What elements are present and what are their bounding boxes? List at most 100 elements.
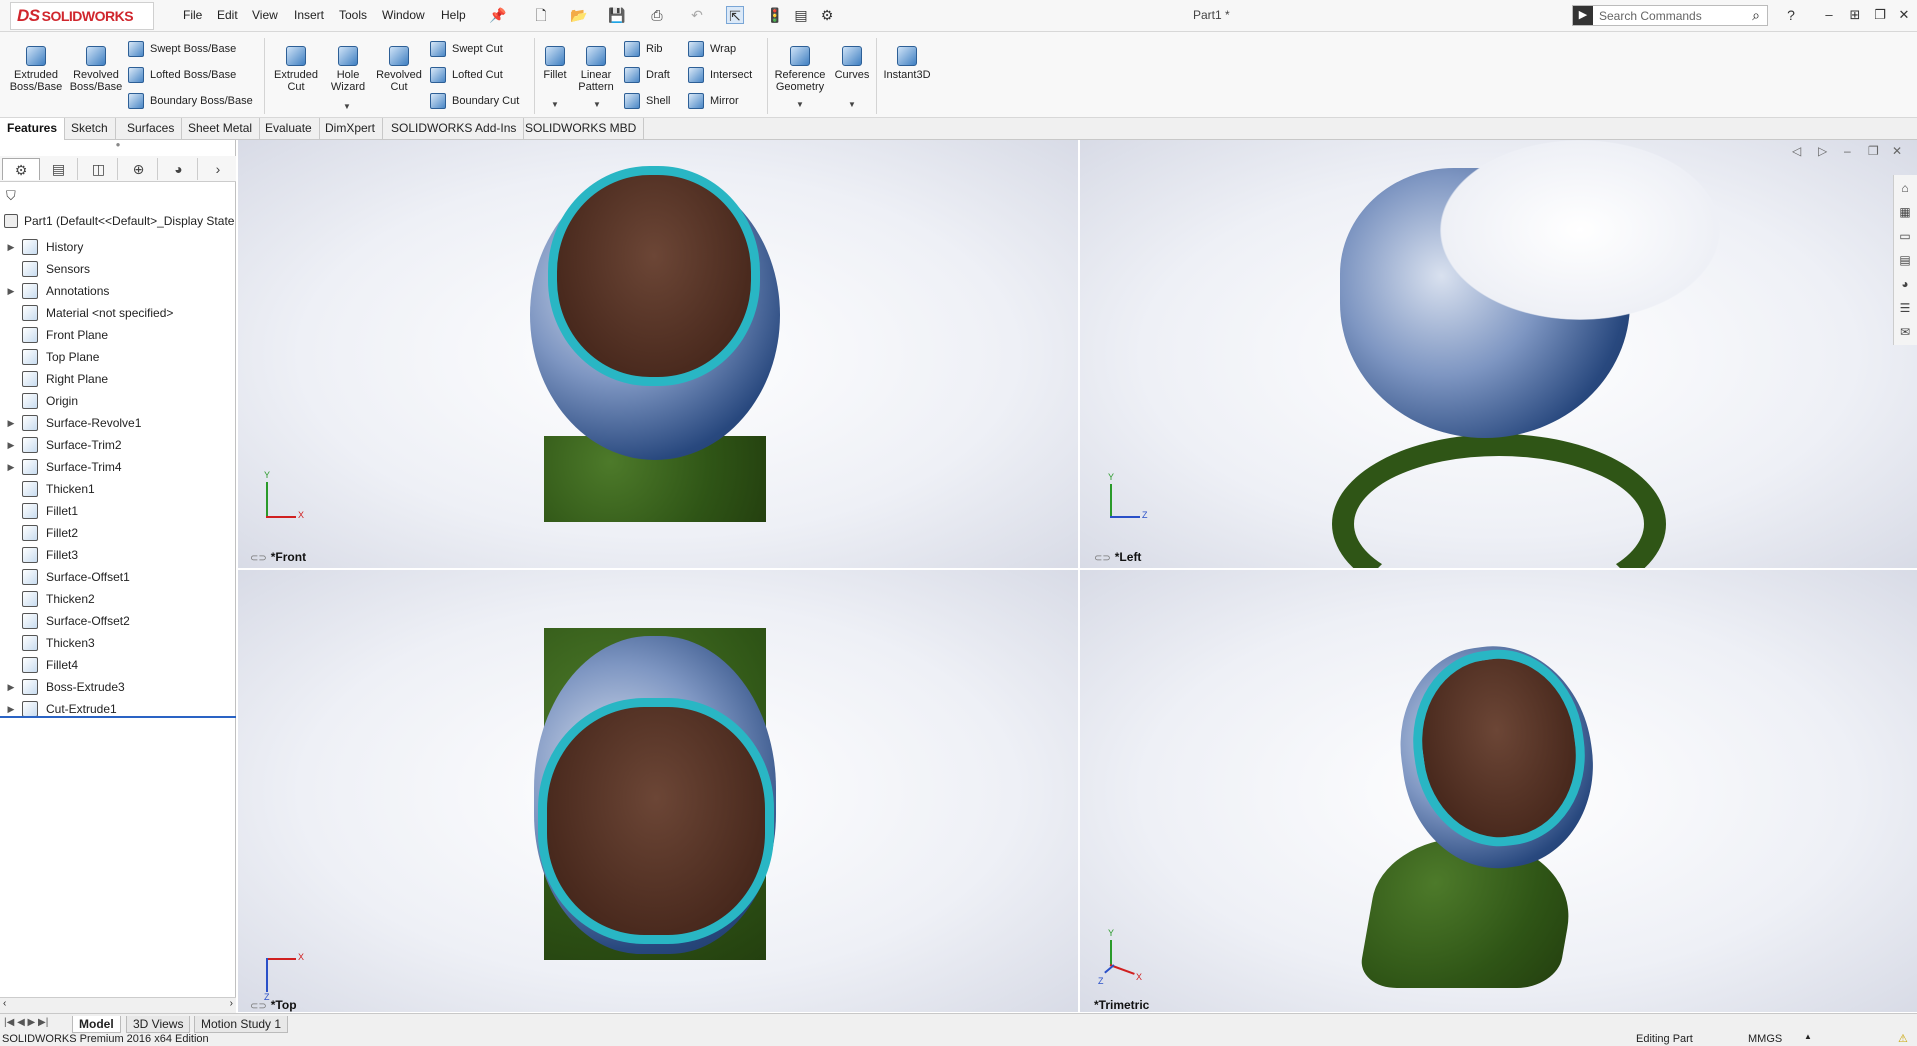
help-icon[interactable]: ? <box>1782 6 1800 24</box>
hole-wizard-dropdown-icon[interactable]: ▼ <box>343 102 351 111</box>
home-icon[interactable]: ⌂ <box>1894 177 1916 199</box>
propertymanager-tab-icon[interactable]: ▤ <box>40 158 78 180</box>
rib-button[interactable]: Rib <box>624 40 663 58</box>
extruded-boss-button[interactable]: Extruded Boss/Base <box>8 46 64 93</box>
open-folder-icon[interactable]: 📂 <box>570 6 588 24</box>
viewport-maximize-icon[interactable]: ❐ <box>1868 144 1879 158</box>
tab-model[interactable]: Model <box>72 1016 121 1033</box>
restore-icon[interactable]: ❐ <box>1870 6 1890 24</box>
viewport-next-icon[interactable]: ▷ <box>1818 144 1827 158</box>
tree-item[interactable]: Fillet4 <box>0 654 234 676</box>
tree-item[interactable]: ▶ Boss-Extrude3 <box>0 676 234 698</box>
menu-insert[interactable]: Insert <box>294 8 324 22</box>
tab-mbd[interactable]: SOLIDWORKS MBD <box>518 118 645 140</box>
tab-surfaces[interactable]: Surfaces <box>120 118 183 140</box>
tab-features[interactable]: Features <box>0 118 66 140</box>
custom-properties-icon[interactable]: ☰ <box>1894 297 1916 319</box>
minimize-icon[interactable]: – <box>1819 6 1839 24</box>
tab-evaluate[interactable]: Evaluate <box>258 118 320 140</box>
close-icon[interactable]: ✕ <box>1894 6 1914 24</box>
expand-arrow-icon[interactable]: ▶ <box>0 418 22 429</box>
solidworks-logo[interactable]: DS SOLIDWORKS <box>10 2 154 30</box>
menu-file[interactable]: File <box>183 8 202 22</box>
tree-item[interactable]: Surface-Offset1 <box>0 566 234 588</box>
tree-item[interactable]: Thicken1 <box>0 478 234 500</box>
expand-arrow-icon[interactable]: ▶ <box>0 440 22 451</box>
tree-item[interactable]: ▶ Annotations <box>0 280 234 302</box>
new-document-icon[interactable]: 🗋 <box>532 6 550 24</box>
lofted-boss-button[interactable]: Lofted Boss/Base <box>128 66 236 84</box>
link-views-icon[interactable]: ⊂⊃ <box>250 1001 267 1012</box>
tree-item[interactable]: Surface-Offset2 <box>0 610 234 632</box>
menu-edit[interactable]: Edit <box>217 8 238 22</box>
search-commands[interactable]: ▶ Search Commands ⌕ <box>1572 5 1768 26</box>
expand-arrow-icon[interactable]: ▶ <box>0 242 22 253</box>
tree-item[interactable]: Sensors <box>0 258 234 280</box>
tree-item[interactable]: ▶ Surface-Trim4 <box>0 456 234 478</box>
configurationmanager-tab-icon[interactable]: ◫ <box>80 158 118 180</box>
status-units[interactable]: MMGS <box>1748 1033 1782 1045</box>
reference-geometry-dropdown-icon[interactable]: ▼ <box>796 100 804 109</box>
extruded-cut-button[interactable]: Extruded Cut <box>270 46 322 93</box>
displaymanager-tab-icon[interactable]: ◕ <box>160 158 198 180</box>
tree-item[interactable]: ▶ History <box>0 236 234 258</box>
appearances-icon[interactable]: ◕ <box>1894 273 1916 295</box>
viewport-prev-icon[interactable]: ◁ <box>1792 144 1801 158</box>
tree-item[interactable]: Fillet3 <box>0 544 234 566</box>
revolved-boss-button[interactable]: Revolved Boss/Base <box>68 46 124 93</box>
file-explorer-icon[interactable]: ▤ <box>1894 249 1916 271</box>
tree-item[interactable]: Thicken2 <box>0 588 234 610</box>
hole-wizard-button[interactable]: Hole Wizard <box>324 46 372 93</box>
tree-item[interactable]: Right Plane <box>0 368 234 390</box>
fillet-button[interactable]: Fillet <box>538 46 572 81</box>
lofted-cut-button[interactable]: Lofted Cut <box>430 66 503 84</box>
mirror-button[interactable]: Mirror <box>688 92 739 110</box>
wrap-button[interactable]: Wrap <box>688 40 736 58</box>
menu-window[interactable]: Window <box>382 8 425 22</box>
chevron-right-icon[interactable]: › <box>206 158 230 180</box>
select-pointer-icon[interactable]: ⇱ <box>726 6 744 24</box>
tree-item[interactable]: Fillet2 <box>0 522 234 544</box>
pin-icon[interactable]: 📌 <box>489 6 507 24</box>
tab-addins[interactable]: SOLIDWORKS Add-Ins <box>384 118 525 140</box>
viewport-trimetric[interactable]: Y X Z *Trimetric <box>1080 570 1917 1012</box>
file-properties-icon[interactable]: ▤ <box>792 6 810 24</box>
print-icon[interactable]: ⎙ <box>648 6 666 24</box>
intersect-button[interactable]: Intersect <box>688 66 752 84</box>
viewport-minimize-icon[interactable]: – <box>1844 144 1851 158</box>
panel-grip[interactable]: ● <box>0 140 236 156</box>
menu-view[interactable]: View <box>252 8 278 22</box>
viewport-left[interactable]: ◁ ▷ – ❐ ✕ Y Z ⊂⊃ *Left <box>1080 140 1917 568</box>
tab-sheet-metal[interactable]: Sheet Metal <box>181 118 261 140</box>
menu-help[interactable]: Help <box>441 8 466 22</box>
scroll-right-icon[interactable]: › <box>230 998 233 1009</box>
tab-scroll-arrows-icon[interactable]: |◀ ◀ ▶ ▶| <box>4 1017 48 1028</box>
forum-icon[interactable]: ✉ <box>1894 321 1916 343</box>
options-gear-icon[interactable]: ⚙ <box>818 6 836 24</box>
horizontal-scrollbar[interactable]: ‹ › <box>0 997 236 1013</box>
dimxpertmanager-tab-icon[interactable]: ⊕ <box>120 158 158 180</box>
link-views-icon[interactable]: ⊂⊃ <box>250 553 267 564</box>
draft-button[interactable]: Draft <box>624 66 670 84</box>
tree-item[interactable]: Top Plane <box>0 346 234 368</box>
expand-arrow-icon[interactable]: ▶ <box>0 286 22 297</box>
link-views-icon[interactable]: ⊂⊃ <box>1094 553 1111 564</box>
expand-arrow-icon[interactable]: ▶ <box>0 462 22 473</box>
linear-pattern-button[interactable]: Linear Pattern <box>574 46 618 93</box>
menu-tools[interactable]: Tools <box>339 8 367 22</box>
rebuild-icon[interactable]: 🚦 <box>766 6 784 24</box>
save-icon[interactable]: 💾 <box>608 6 626 24</box>
filter-icon[interactable]: ⛉ <box>6 188 16 204</box>
boundary-boss-button[interactable]: Boundary Boss/Base <box>128 92 253 110</box>
expand-arrow-icon[interactable]: ▶ <box>0 682 22 693</box>
viewport-front[interactable]: Y X ⊂⊃ *Front <box>238 140 1078 568</box>
curves-button[interactable]: Curves <box>832 46 872 81</box>
curves-dropdown-icon[interactable]: ▼ <box>848 100 856 109</box>
tile-windows-icon[interactable]: ⊞ <box>1845 6 1865 24</box>
swept-boss-button[interactable]: Swept Boss/Base <box>128 40 236 58</box>
swept-cut-button[interactable]: Swept Cut <box>430 40 503 58</box>
tree-root-part[interactable]: Part1 (Default<<Default>_Display State <box>4 214 236 228</box>
featuremanager-tab-icon[interactable]: ⚙ <box>2 158 40 180</box>
undo-icon[interactable]: ↶ <box>688 6 706 24</box>
tree-item[interactable]: ▶ Surface-Trim2 <box>0 434 234 456</box>
